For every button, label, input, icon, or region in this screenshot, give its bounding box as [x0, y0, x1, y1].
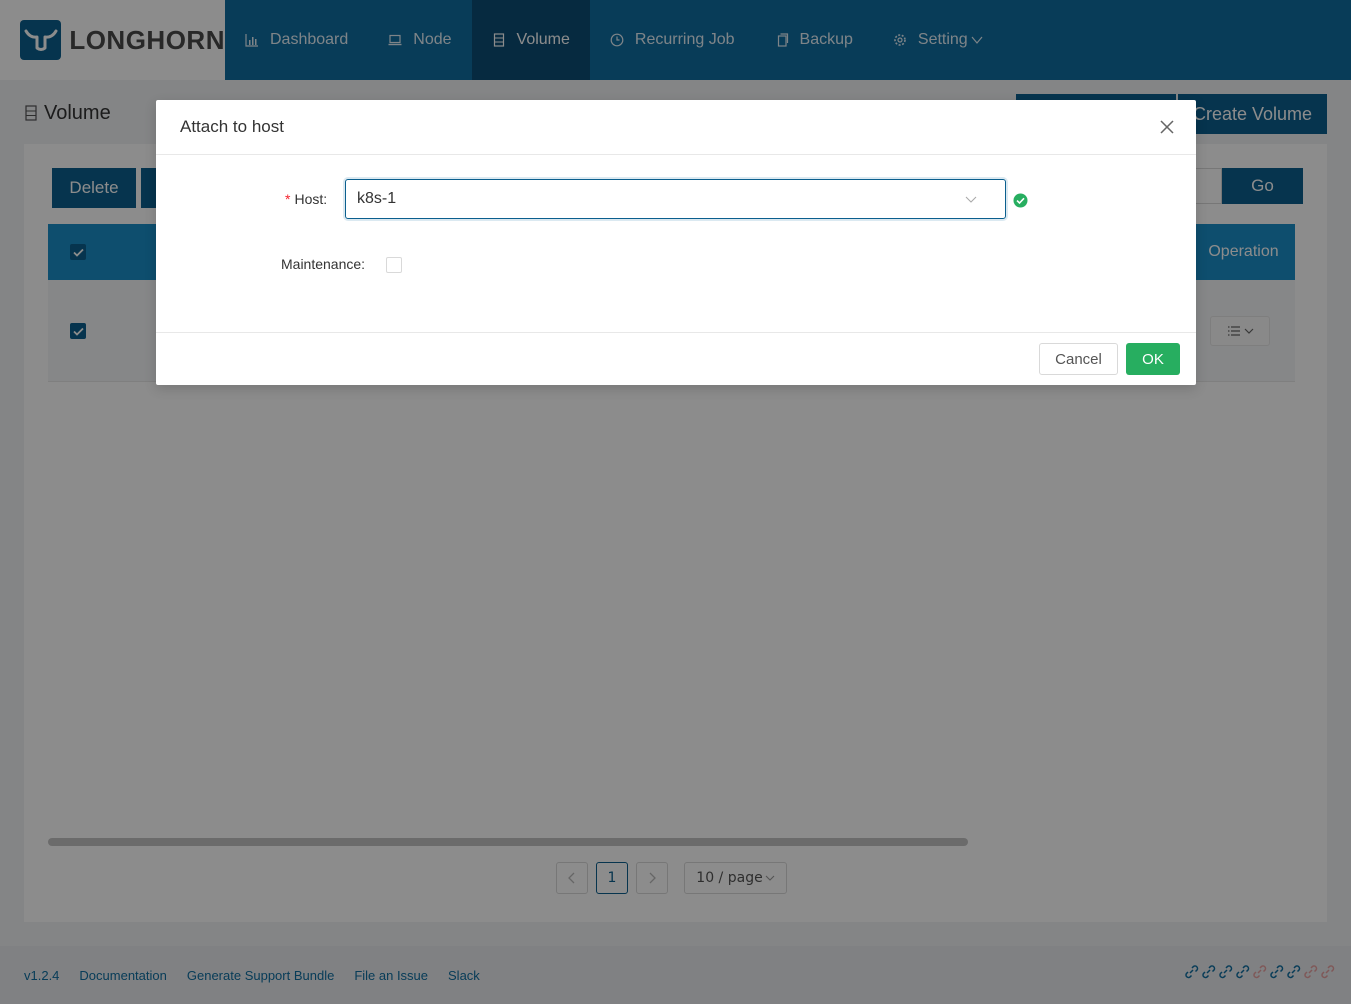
ok-label: OK: [1142, 350, 1164, 368]
ok-button[interactable]: OK: [1126, 343, 1180, 375]
chevron-down-icon: [965, 196, 977, 203]
host-select[interactable]: k8s-1: [345, 179, 1006, 219]
required-mark: *: [285, 191, 291, 207]
attach-to-host-modal: Attach to host * Host: k8s-1 Maintenance…: [156, 100, 1196, 385]
maintenance-checkbox[interactable]: [386, 257, 402, 273]
cancel-button[interactable]: Cancel: [1039, 343, 1118, 375]
cancel-label: Cancel: [1055, 350, 1102, 368]
host-select-value: k8s-1: [357, 190, 397, 207]
host-form-label: * Host:: [285, 189, 327, 209]
modal-header: Attach to host: [156, 100, 1196, 155]
close-icon[interactable]: [1158, 118, 1176, 136]
host-label: Host:: [294, 191, 328, 207]
check-circle-icon: [1013, 193, 1028, 208]
modal-title: Attach to host: [180, 117, 284, 136]
maintenance-label: Maintenance:: [281, 256, 366, 272]
maintenance-form-label: Maintenance:: [281, 254, 365, 274]
